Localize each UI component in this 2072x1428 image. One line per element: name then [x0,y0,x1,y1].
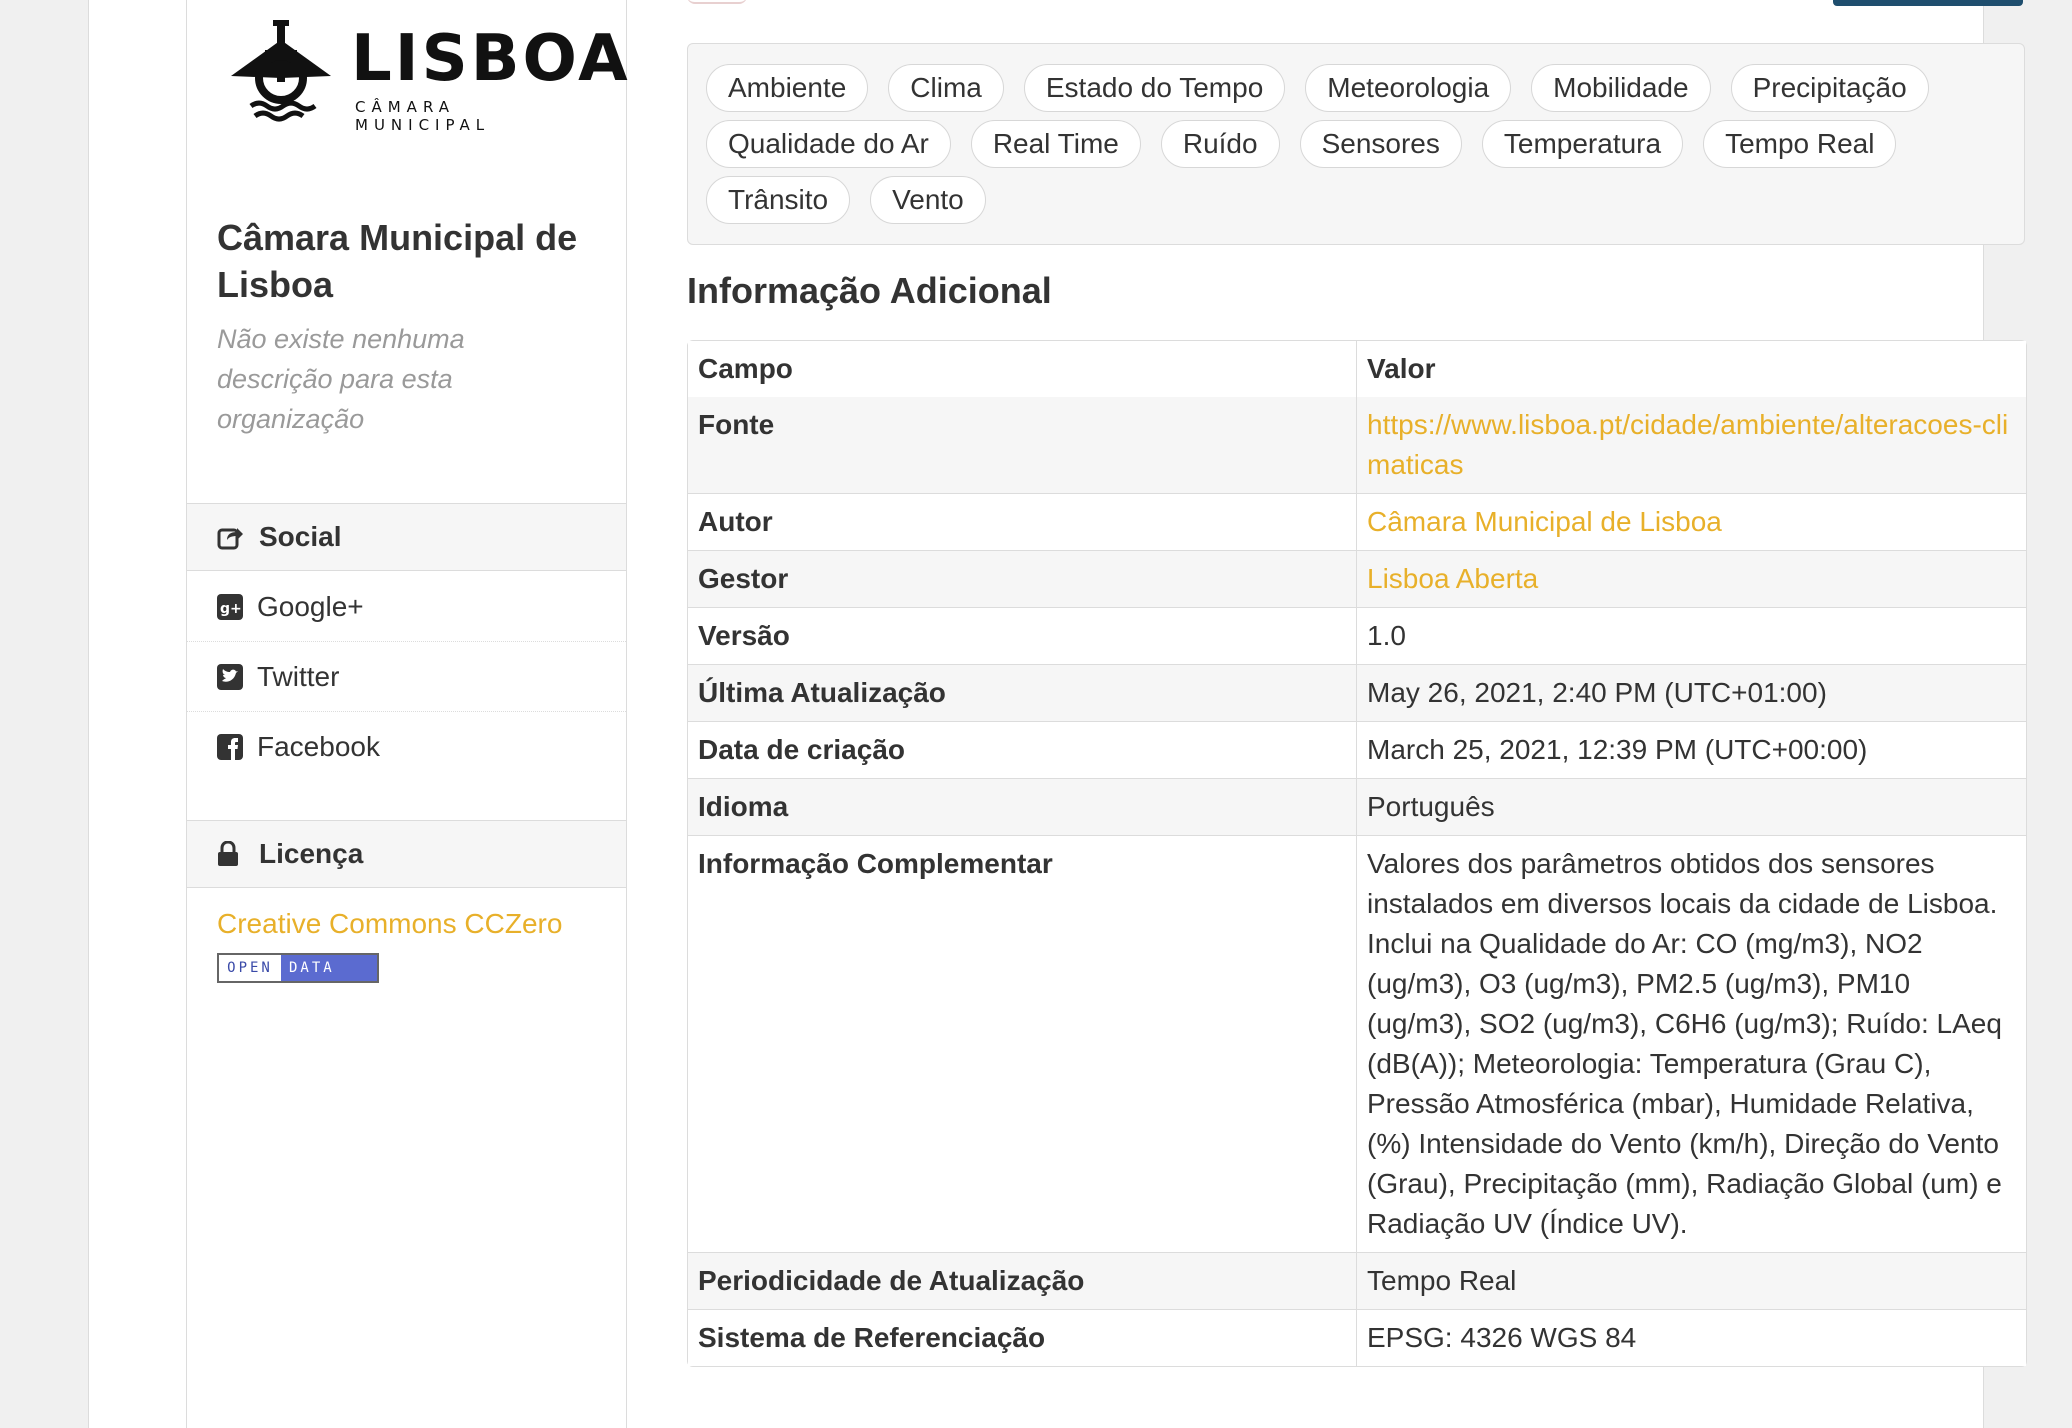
value-cell: March 25, 2021, 12:39 PM (UTC+00:00) [1357,722,2026,779]
ship-emblem-icon [231,20,331,122]
field-cell: Gestor [688,551,1357,608]
organization-title: Câmara Municipal de Lisboa [217,217,578,305]
table-row: Idioma Português [688,779,2026,836]
sidebar: LISBOA CÂMARA MUNICIPAL Câmara Municipal… [186,0,628,1428]
main-content: Ambiente Clima Estado do Tempo Meteorologia… [687,0,2031,1428]
logo-wordmark: LISBOA [351,22,631,96]
social-link-google-plus[interactable]: g+ Google+ [187,572,626,642]
table-row: Gestor Lisboa Aberta [688,551,2026,608]
lisboa-logo[interactable]: LISBOA CÂMARA MUNICIPAL [225,18,628,134]
value-cell: Tempo Real [1357,1253,2026,1310]
value-cell: May 26, 2021, 2:40 PM (UTC+01:00) [1357,665,2026,722]
open-data-badge-right: DATA [281,955,377,981]
social-link-twitter[interactable]: Twitter [187,642,626,712]
tag-pill[interactable]: Tempo Real [1703,120,1897,168]
table-row: Versão 1.0 [688,608,2026,665]
tag-pill[interactable]: Clima [888,64,1004,112]
svg-text:g+: g+ [220,601,242,617]
social-link-facebook[interactable]: Facebook [187,712,626,782]
tag-list: Ambiente Clima Estado do Tempo Meteorologia… [687,43,2025,245]
additional-info-table: Campo Valor Fonte https://www.lisboa.pt/c… [687,340,2027,1367]
value-cell: 1.0 [1357,608,2026,665]
additional-info-title: Informação Adicional [687,270,1052,311]
page-container: LISBOA CÂMARA MUNICIPAL Câmara Municipal… [88,0,2027,1428]
tag-pill[interactable]: Temperatura [1481,120,1684,168]
social-label: Google+ [257,590,364,622]
tag-pill[interactable]: Sensores [1299,120,1462,168]
tag-pill[interactable]: Mobilidade [1531,64,1711,112]
social-label: Facebook [257,731,380,762]
value-cell: Português [1357,779,2026,836]
partial-button[interactable] [1833,0,2023,6]
tag-pill[interactable]: Meteorologia [1305,64,1512,112]
field-cell: Versão [688,608,1357,665]
license-heading-label: Licença [259,838,364,869]
tag-pill[interactable]: Real Time [970,120,1141,168]
field-cell: Informação Complementar [688,836,1357,1253]
value-link[interactable]: Lisboa Aberta [1367,563,1538,594]
facebook-icon [217,734,243,760]
lock-icon [217,841,243,867]
value-cell: Câmara Municipal de Lisboa [1357,494,2026,551]
tag-pill[interactable]: Ambiente [706,64,869,112]
tag-pill[interactable]: Trânsito [706,176,851,224]
value-cell: Valores dos parâmetros obtidos dos senso… [1357,836,2026,1253]
tag-pill[interactable]: Precipitação [1730,64,1929,112]
table-row: Última Atualização May 26, 2021, 2:40 PM … [688,665,2026,722]
field-cell: Periodicidade de Atualização [688,1253,1357,1310]
license-heading: Licença [187,820,626,888]
table-row: Autor Câmara Municipal de Lisboa [688,494,2026,551]
twitter-icon [217,663,243,690]
license-link[interactable]: Creative Commons CCZero [217,908,562,940]
open-data-badge[interactable]: OPEN DATA [217,953,379,983]
value-cell: Lisboa Aberta [1357,551,2026,608]
table-header-row: Campo Valor [688,341,2026,397]
column-header-field: Campo [688,341,1357,397]
field-cell: Idioma [688,779,1357,836]
column-header-value: Valor [1367,353,1436,384]
table-row: Informação Complementar Valores dos parâm… [688,836,2026,1253]
social-heading: Social [187,503,626,571]
value-cell: https://www.lisboa.pt/cidade/ambiente/al… [1357,397,2026,494]
partial-image [687,0,747,4]
field-cell: Última Atualização [688,665,1357,722]
tag-pill[interactable]: Vento [870,176,986,224]
field-cell: Data de criação [688,722,1357,779]
tag-pill[interactable]: Estado do Tempo [1023,64,1286,112]
share-icon [217,524,243,550]
field-cell: Fonte [688,397,1357,494]
social-label: Twitter [257,660,340,692]
organization-description: Não existe nenhuma descrição para esta o… [217,324,465,434]
table-row: Fonte https://www.lisboa.pt/cidade/ambien… [688,397,2026,494]
open-data-badge-left: OPEN [219,955,281,981]
tag-pill[interactable]: Qualidade do Ar [706,120,951,168]
google-plus-icon: g+ [217,593,243,620]
table-row: Sistema de Referenciação EPSG: 4326 WGS 8… [688,1310,2026,1366]
value-link[interactable]: Câmara Municipal de Lisboa [1367,506,1722,537]
field-cell: Autor [688,494,1357,551]
social-heading-label: Social [259,521,342,552]
field-cell: Sistema de Referenciação [688,1310,1357,1366]
table-row: Data de criação March 25, 2021, 12:39 PM … [688,722,2026,779]
logo-subtitle: CÂMARA MUNICIPAL [355,98,491,134]
value-cell: EPSG: 4326 WGS 84 [1367,1322,1637,1353]
value-link[interactable]: https://www.lisboa.pt/cidade/ambiente/al… [1367,409,2008,480]
table-row: Periodicidade de Atualização Tempo Real [688,1253,2026,1310]
tag-pill[interactable]: Ruído [1160,120,1280,168]
